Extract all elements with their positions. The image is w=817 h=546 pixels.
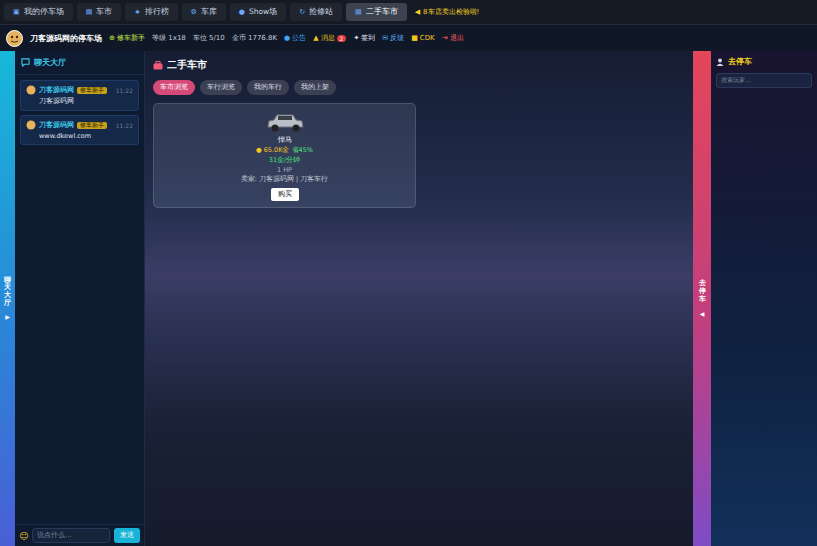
parking-title: 去停车 bbox=[716, 56, 812, 67]
nav-tab[interactable]: ★ 排行榜 bbox=[125, 3, 177, 21]
nav-tab[interactable]: ▤ 车市 bbox=[77, 3, 122, 21]
avatar-icon bbox=[26, 85, 36, 95]
nav-tab[interactable]: ⚙ 车库 bbox=[182, 3, 226, 21]
tab-icon: ★ bbox=[134, 8, 140, 16]
market-tab[interactable]: 车市浏览 bbox=[153, 80, 195, 95]
avatar-icon bbox=[6, 30, 23, 47]
parking-panel: 去停车 搜索玩家... bbox=[711, 51, 817, 546]
chat-title: 聊天大厅 bbox=[15, 51, 144, 75]
link-icon: ■ bbox=[411, 34, 418, 42]
toolbox-icon bbox=[153, 61, 163, 70]
link-icon: ● bbox=[284, 34, 290, 42]
speaker-icon: ◀ bbox=[415, 8, 420, 16]
chat-icon bbox=[21, 58, 30, 67]
user-link[interactable]: ✉ 反馈 bbox=[382, 33, 404, 43]
send-button[interactable]: 发送 bbox=[114, 528, 140, 543]
market-tab[interactable]: 我的上架 bbox=[294, 80, 336, 95]
user-stat: 等级 1x18 bbox=[152, 33, 186, 43]
car-icon bbox=[265, 112, 305, 134]
link-icon: ⇥ bbox=[442, 34, 448, 42]
chat-message: 刀客源码网 修车新手 11:22 刀客源码网 bbox=[20, 80, 139, 111]
chat-toggle[interactable]: 聊天大厅 ▶ bbox=[0, 51, 15, 546]
car-card: 悍马 ● 65.0K金 省45% 31金/分钟 1 HP 卖家: 刀客源码网 |… bbox=[153, 103, 416, 208]
link-icon: ✦ bbox=[353, 34, 359, 42]
market-title: 二手车市 bbox=[153, 58, 685, 72]
nav-tab[interactable]: ▤ 二手车市 bbox=[346, 3, 407, 21]
user-link[interactable]: ● 公告 bbox=[284, 33, 306, 43]
user-link[interactable]: ⇥ 退出 bbox=[442, 33, 464, 43]
parking-toggle[interactable]: 去停车 ◀ bbox=[693, 51, 711, 546]
chat-panel: 聊天大厅 刀客源码网 修车新手 11:22 刀客源码网 刀客源码网 修车新手 1… bbox=[15, 51, 145, 546]
top-nav: ▣ 我的停车场▤ 车市★ 排行榜 ⚙ 车库● Show场↻ 抢修站▤ 二手车市 ◀… bbox=[0, 0, 817, 25]
app: ▣ 我的停车场▤ 车市★ 排行榜⚙ 车库● Show场↻ 抢修站▤ 二手车市 ◀… bbox=[0, 0, 817, 546]
emoji-button[interactable]: ☺ bbox=[19, 531, 28, 541]
buy-button[interactable]: 购买 bbox=[271, 188, 299, 201]
user-link[interactable]: ✦ 签到 bbox=[353, 33, 375, 43]
tab-icon: ▣ bbox=[13, 8, 20, 16]
market-panel: 二手车市 车市浏览车行浏览我的车行我的上架 悍马 ● 65.0K金 省45% 3… bbox=[145, 51, 693, 546]
chat-input-bar: ☺ 说点什么... 发送 bbox=[15, 524, 144, 546]
chat-input[interactable]: 说点什么... bbox=[32, 528, 110, 543]
nav-tab[interactable]: ▣ 我的停车场 bbox=[4, 3, 73, 21]
tab-icon: ↻ bbox=[299, 8, 305, 16]
user-stat: 金币 1776.8K bbox=[232, 33, 277, 43]
market-tab[interactable]: 我的车行 bbox=[247, 80, 289, 95]
avatar-icon bbox=[26, 120, 36, 130]
user-name: 刀客源码网的停车场 bbox=[30, 33, 102, 44]
user-link[interactable]: ■ CDK bbox=[411, 34, 435, 42]
user-link[interactable]: ▲ 消息 2 bbox=[313, 33, 346, 43]
link-icon: ▲ bbox=[313, 34, 318, 42]
user-title: ⊕ 修车新手 bbox=[109, 33, 145, 43]
user-bar: 刀客源码网的停车场 ⊕ 修车新手 等级 1x18 车位 5/10 金币 1776.8… bbox=[0, 25, 817, 51]
count-badge: 2 bbox=[337, 35, 347, 42]
user-icon bbox=[716, 58, 724, 66]
user-stat: 车位 5/10 bbox=[193, 33, 225, 43]
nav-tab[interactable]: ● Show场 bbox=[230, 3, 286, 21]
tab-icon: ● bbox=[239, 8, 245, 16]
tab-icon: ▤ bbox=[355, 8, 362, 16]
market-tab[interactable]: 车行浏览 bbox=[200, 80, 242, 95]
tab-icon: ▤ bbox=[86, 8, 93, 16]
link-icon: ✉ bbox=[382, 34, 388, 42]
tab-icon: ⚙ bbox=[191, 8, 197, 16]
player-search[interactable]: 搜索玩家... bbox=[716, 73, 812, 88]
nav-tab[interactable]: ↻ 抢修站 bbox=[290, 3, 342, 21]
chat-message: 刀客源码网 修车新手 11:22 www.dkewl.com bbox=[20, 115, 139, 145]
notice: ◀ 8车店卖出检验啦! bbox=[415, 7, 480, 17]
